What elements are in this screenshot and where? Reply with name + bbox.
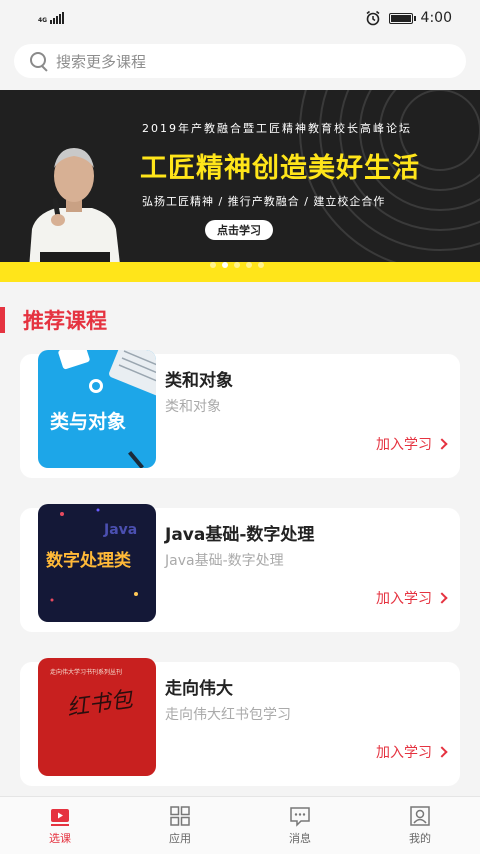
course-card[interactable]: 类与对象 类和对象 类和对象 加入学习 (20, 350, 460, 478)
join-study-label: 加入学习 (376, 437, 432, 453)
carousel-dot[interactable] (210, 262, 216, 268)
laptop-illustration: 类与对象 (50, 350, 156, 468)
join-study-button[interactable]: 加入学习 (376, 434, 448, 454)
banner-learn-button[interactable]: 点击学习 (205, 220, 273, 240)
tab-label: 我的 (409, 832, 431, 845)
course-card[interactable]: Java 数字处理类 Java基础-数字处理 Java基础-数字处理 加入学习 (20, 504, 460, 632)
status-bar: 4G 4:00 (0, 0, 480, 36)
section-header: 推荐课程 (0, 304, 480, 336)
join-study-button[interactable]: 加入学习 (376, 742, 448, 762)
search-input[interactable]: 搜索更多课程 (56, 51, 146, 72)
thumb-caption: 数字处理类 (46, 550, 132, 571)
tab-profile[interactable]: 我的 (360, 797, 480, 854)
tab-apps[interactable]: 应用 (120, 797, 240, 854)
course-name[interactable]: 类和对象 (165, 366, 233, 391)
thumb-caption: 红书包 (65, 687, 136, 721)
carousel-dots (210, 262, 264, 268)
join-study-button[interactable]: 加入学习 (376, 588, 448, 608)
course-card[interactable]: 走向伟大学习书刊系列丛刊 红书包 走向伟大 走向伟大红书包学习 加入学习 (20, 658, 460, 786)
chevron-right-icon (436, 592, 448, 604)
thumb-caption: 类与对象 (50, 410, 126, 433)
thumb-subcaption: Java (103, 522, 137, 538)
tab-messages[interactable]: 消息 (240, 797, 360, 854)
banner-subtitle: 2019年产教融合暨工匠精神教育校长高峰论坛 (142, 122, 412, 135)
message-icon (290, 807, 310, 827)
course-name[interactable]: 走向伟大 (165, 674, 233, 699)
bottom-tab-bar: 选课 应用 消息 我的 (0, 796, 480, 854)
grid-icon (170, 806, 190, 826)
thumb-subcaption: 走向伟大学习书刊系列丛刊 (50, 668, 122, 676)
network-type: 4G (38, 17, 48, 24)
battery-icon (388, 12, 416, 24)
clock-time: 4:00 (420, 10, 452, 26)
chevron-right-icon (436, 746, 448, 758)
course-thumbnail[interactable]: 走向伟大学习书刊系列丛刊 红书包 (38, 658, 156, 776)
signal-bars-icon (50, 12, 65, 24)
course-description: 类和对象 (165, 399, 221, 415)
red-book-cover: 走向伟大学习书刊系列丛刊 红书包 (50, 668, 136, 721)
search-bar[interactable]: 搜索更多课程 (14, 44, 466, 78)
tab-label: 应用 (169, 832, 191, 845)
section-title: 推荐课程 (23, 309, 107, 333)
chevron-right-icon (436, 438, 448, 450)
carousel-dot[interactable] (258, 262, 264, 268)
search-icon (30, 52, 48, 70)
course-thumbnail[interactable]: 类与对象 (38, 350, 156, 468)
course-thumbnail[interactable]: Java 数字处理类 (38, 504, 156, 622)
number-processing-illustration: Java 数字处理类 (46, 508, 138, 602)
tab-label: 消息 (289, 832, 311, 845)
signal-indicator: 4G (38, 12, 65, 24)
course-name[interactable]: Java基础-数字处理 (165, 520, 314, 545)
join-study-label: 加入学习 (376, 745, 432, 761)
course-list: 类与对象 类和对象 类和对象 加入学习 Java 数字处理类 Java基础-数字… (0, 350, 480, 786)
banner-tagline: 弘扬工匠精神 / 推行产教融合 / 建立校企合作 (142, 195, 386, 208)
section-accent-bar (0, 307, 5, 333)
course-description: 走向伟大红书包学习 (165, 707, 291, 723)
carousel-dot[interactable] (234, 262, 240, 268)
alarm-icon (366, 10, 380, 26)
speaker-photo (28, 148, 122, 282)
carousel-dot-active[interactable] (222, 262, 228, 268)
promo-banner[interactable]: 2019年产教融合暨工匠精神教育校长高峰论坛 工匠精神创造美好生活 弘扬工匠精神… (0, 90, 480, 282)
tab-label: 选课 (49, 832, 71, 845)
tab-select-course[interactable]: 选课 (0, 797, 120, 854)
user-icon (410, 806, 430, 826)
join-study-label: 加入学习 (376, 591, 432, 607)
play-icon (51, 809, 69, 826)
course-description: Java基础-数字处理 (165, 553, 284, 569)
banner-title: 工匠精神创造美好生活 (140, 153, 420, 184)
carousel-dot[interactable] (246, 262, 252, 268)
